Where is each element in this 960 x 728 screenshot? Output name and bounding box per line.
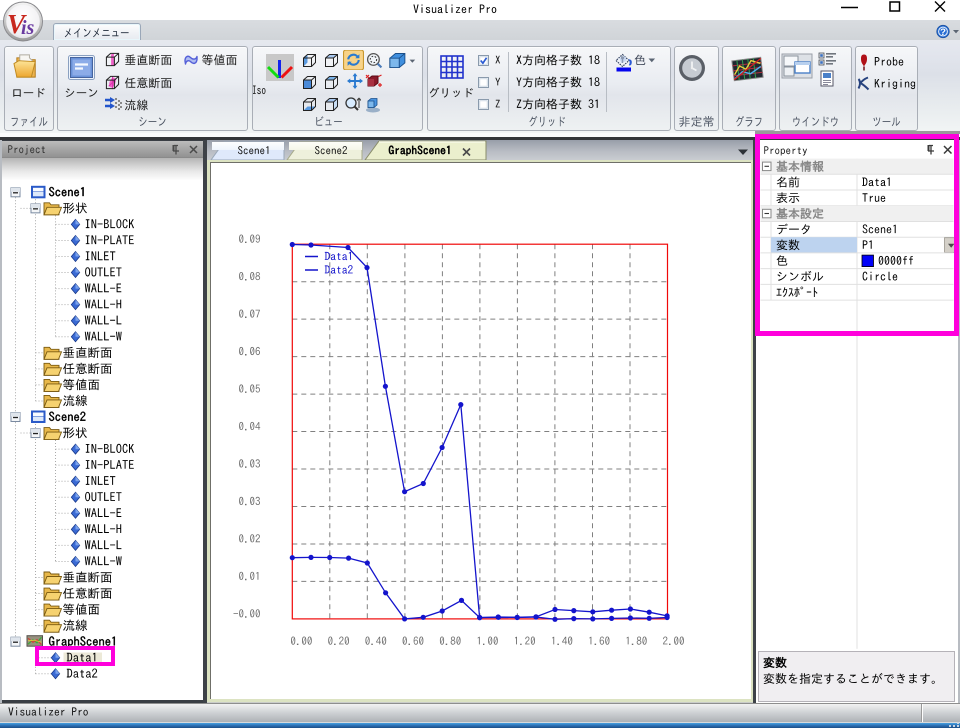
svg-text:?: ? (940, 27, 946, 38)
svg-text:is: is (21, 17, 35, 39)
